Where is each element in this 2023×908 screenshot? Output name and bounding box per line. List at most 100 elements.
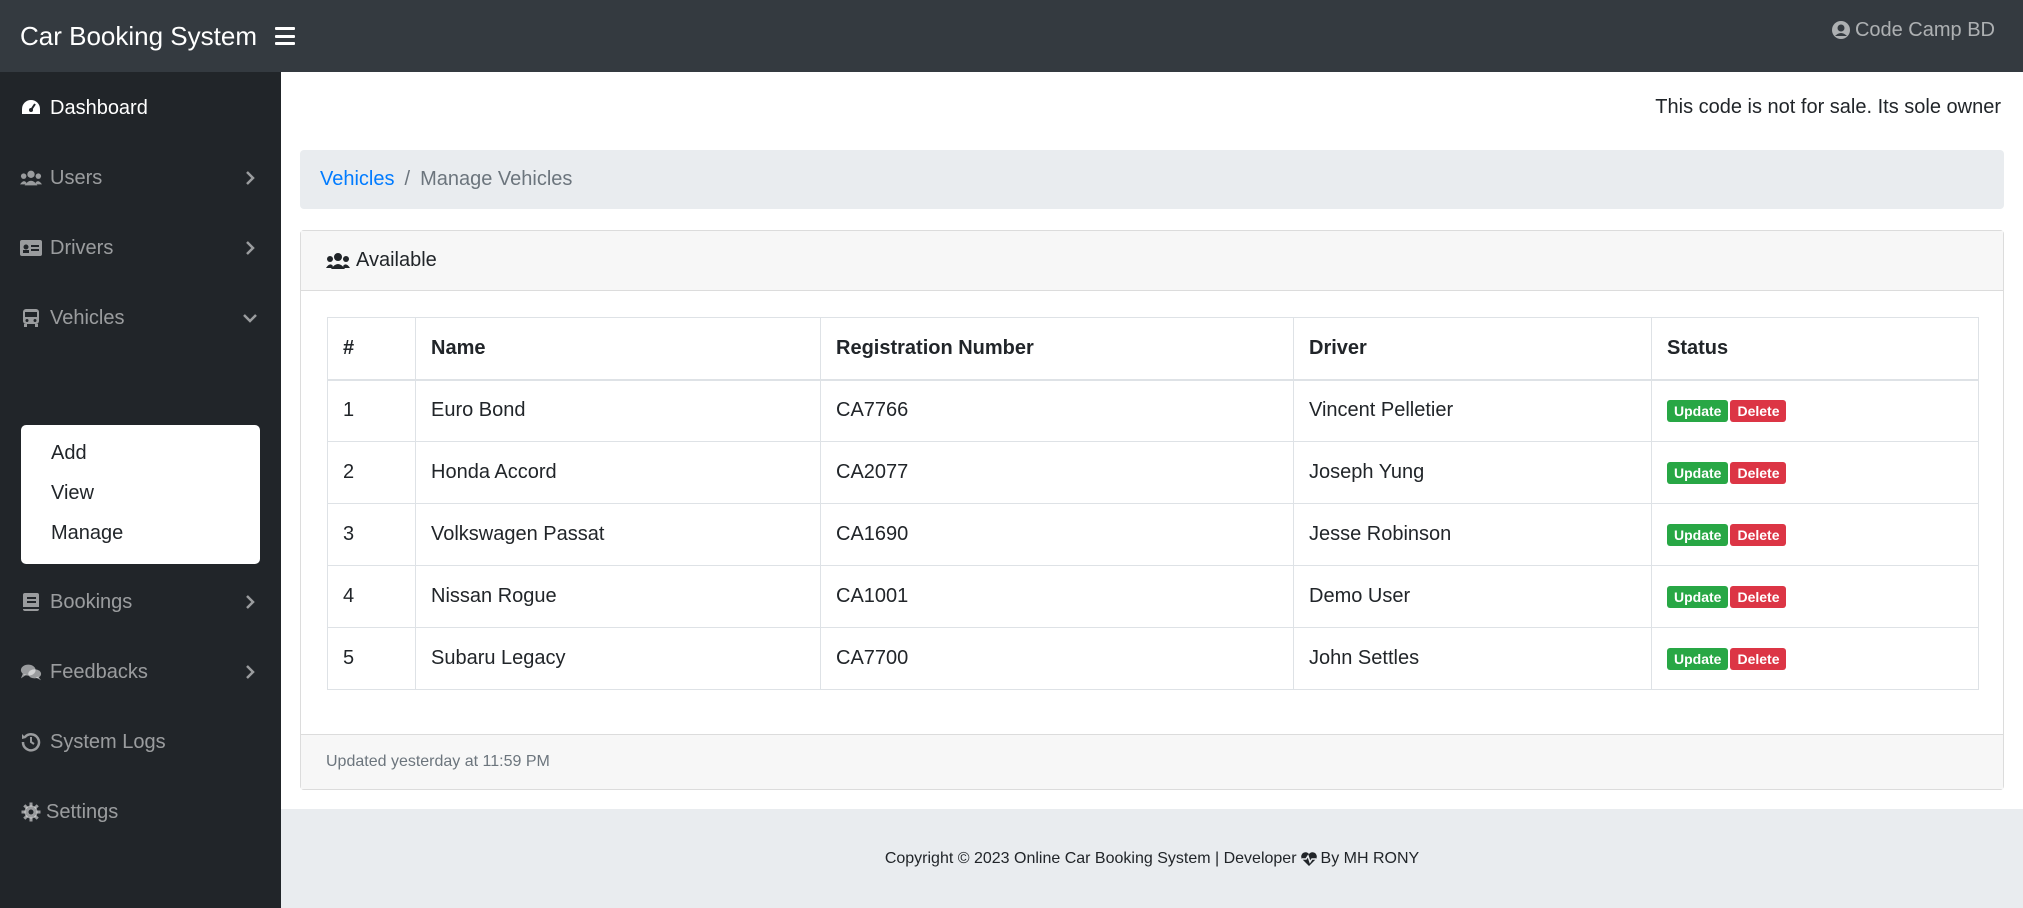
cell-registration: CA2077 [820,441,1294,504]
bus-icon [20,307,42,329]
table-row: 2 Honda Accord CA2077 Joseph Yung Update… [327,441,1979,504]
cell-number: 2 [327,441,416,504]
breadcrumb: Vehicles / Manage Vehicles [300,150,2004,209]
sidebar-item-vehicles[interactable]: Vehicles [0,293,281,343]
top-navbar: Car Booking System Code Camp BD [0,0,2023,72]
update-button[interactable]: Update [1667,586,1729,608]
sidebar-item-label: Bookings [50,590,133,613]
column-header-status[interactable]: Status [1651,317,1979,381]
delete-button[interactable]: Delete [1730,462,1787,484]
user-name: Code Camp BD [1854,18,1995,41]
cell-status: Update Delete [1651,441,1979,504]
cell-driver: Joseph Yung [1293,441,1652,504]
cell-status: Update Delete [1651,627,1979,690]
sidebar-item-label: Drivers [50,236,114,259]
sidebar-item-settings[interactable]: Settings [0,787,281,837]
breadcrumb-separator: / [404,168,411,190]
delete-button[interactable]: Delete [1730,648,1787,670]
cell-driver: John Settles [1293,627,1652,690]
update-button[interactable]: Update [1667,524,1729,546]
cell-driver: Jesse Robinson [1293,503,1652,566]
sidebar-item-label: Vehicles [50,306,125,329]
card-title: Available [356,249,437,271]
copyright-text: Copyright © 2023 Online Car Booking Syst… [884,849,1297,867]
breadcrumb-vehicles-link[interactable]: Vehicles [320,168,395,191]
heartbeat-icon [1300,851,1317,866]
table-row: 1 Euro Bond CA7766 Vincent Pelletier Upd… [327,379,1979,442]
delete-button[interactable]: Delete [1730,586,1787,608]
card-header: Available [301,231,2003,291]
sidebar-item-system-logs[interactable]: System Logs [0,717,281,767]
submenu-item-manage[interactable]: Manage [21,513,260,553]
cell-number: 3 [327,503,416,566]
cell-status: Update Delete [1651,379,1979,442]
ownership-notice: This code is not for sale. Its sole owne… [1655,96,2001,118]
sidebar-item-label: Settings [46,800,119,823]
comments-icon [20,661,42,683]
card-footer: Updated yesterday at 11:59 PM [301,734,2003,789]
sidebar-item-drivers[interactable]: Drivers [0,223,281,273]
user-circle-icon [1831,21,1850,39]
delete-button[interactable]: Delete [1730,400,1787,423]
update-button[interactable]: Update [1667,648,1729,670]
cell-registration: CA7700 [820,627,1294,690]
cell-driver: Vincent Pelletier [1293,379,1652,442]
cell-driver: Demo User [1293,565,1652,628]
menu-toggle-icon[interactable] [274,27,295,45]
cell-name: Subaru Legacy [415,627,821,690]
user-menu[interactable]: Code Camp BD [1831,0,1995,60]
cell-status: Update Delete [1651,565,1979,628]
sidebar-item-bookings[interactable]: Bookings [0,577,281,627]
cell-name: Volkswagen Passat [415,503,821,566]
update-button[interactable]: Update [1667,400,1729,423]
vehicles-submenu: Add View Manage [21,425,260,564]
column-header-name[interactable]: Name [415,317,821,381]
chevron-right-icon [243,171,257,185]
vehicles-table: # Name Registration Number Driver Status… [327,317,1979,690]
cell-registration: CA7766 [820,379,1294,442]
column-header-number[interactable]: # [327,317,416,381]
cell-name: Euro Bond [415,379,821,442]
author-text: By MH RONY [1320,849,1420,867]
sidebar-item-label: Users [50,166,103,189]
submenu-item-add[interactable]: Add [21,433,260,473]
submenu-item-view[interactable]: View [21,473,260,513]
book-icon [20,591,42,613]
delete-button[interactable]: Delete [1730,524,1787,546]
history-icon [20,731,42,753]
gear-icon [20,801,42,823]
cell-number: 1 [327,379,416,442]
cell-status: Update Delete [1651,503,1979,566]
sidebar-item-label: System Logs [50,730,166,753]
table-row: 4 Nissan Rogue CA1001 Demo User Update De… [327,565,1979,628]
sidebar: Dashboard Users Drivers Vehicles Add Vie… [0,72,281,908]
update-button[interactable]: Update [1667,462,1729,484]
table-header-row: # Name Registration Number Driver Status [327,317,1979,381]
chevron-right-icon [243,241,257,255]
cell-name: Nissan Rogue [415,565,821,628]
vehicles-card: Available # Name Registration Number Dri… [300,230,2004,790]
table-row: 5 Subaru Legacy CA7700 John Settles Upda… [327,627,1979,690]
chevron-down-icon [243,311,257,325]
chevron-right-icon [243,595,257,609]
cell-number: 4 [327,565,416,628]
table-row: 3 Volkswagen Passat CA1690 Jesse Robinso… [327,503,1979,566]
page-footer: Copyright © 2023 Online Car Booking Syst… [281,809,2023,908]
users-icon [20,167,42,189]
breadcrumb-current: Manage Vehicles [420,168,573,190]
chevron-right-icon [243,665,257,679]
users-icon [326,252,350,269]
sidebar-item-feedbacks[interactable]: Feedbacks [0,647,281,697]
sidebar-item-label: Feedbacks [50,660,148,683]
sidebar-item-label: Dashboard [50,96,148,119]
id-card-icon [20,237,42,259]
brand-title[interactable]: Car Booking System [20,21,257,52]
tachometer-icon [20,97,42,119]
sidebar-item-users[interactable]: Users [0,153,281,203]
cell-number: 5 [327,627,416,690]
cell-registration: CA1690 [820,503,1294,566]
column-header-registration[interactable]: Registration Number [820,317,1294,381]
column-header-driver[interactable]: Driver [1293,317,1652,381]
cell-name: Honda Accord [415,441,821,504]
sidebar-item-dashboard[interactable]: Dashboard [0,83,281,133]
